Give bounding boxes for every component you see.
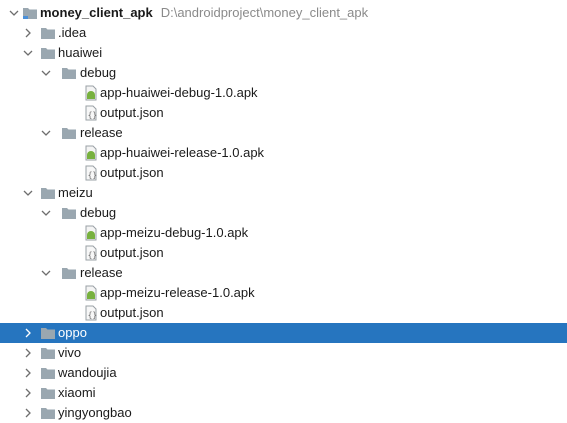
svg-text:{}: {}: [88, 251, 98, 260]
tree-item-file[interactable]: {} output.json: [0, 243, 567, 263]
folder-icon: [40, 365, 56, 381]
tree-item-label: huaiwei: [58, 45, 103, 60]
folder-icon: [40, 45, 56, 61]
tree-item-file[interactable]: {} output.json: [0, 163, 567, 183]
tree-item-label: release: [80, 125, 123, 140]
chevron-down-icon[interactable]: [40, 203, 52, 223]
chevron-down-icon[interactable]: [40, 63, 52, 83]
chevron-right-icon[interactable]: [22, 23, 34, 43]
tree-item-label: release: [80, 265, 123, 280]
json-file-icon: {}: [83, 165, 99, 181]
chevron-right-icon[interactable]: [22, 383, 34, 403]
tree-item-label: app-meizu-release-1.0.apk: [100, 285, 255, 300]
root-label: money_client_apk D:\androidproject\money_…: [40, 3, 368, 23]
folder-icon: [40, 325, 56, 341]
apk-file-icon: [83, 225, 99, 241]
json-file-icon: {}: [83, 245, 99, 261]
tree-item-file[interactable]: app-huaiwei-debug-1.0.apk: [0, 83, 567, 103]
tree-item-meizu-release[interactable]: release: [0, 263, 567, 283]
tree-item-label: .idea: [58, 25, 87, 40]
root-path: D:\androidproject\money_client_apk: [160, 5, 369, 20]
apk-file-icon: [83, 285, 99, 301]
tree-item-label: meizu: [58, 185, 93, 200]
tree-item-file[interactable]: app-meizu-debug-1.0.apk: [0, 223, 567, 243]
tree-item-label: app-meizu-debug-1.0.apk: [100, 225, 249, 240]
tree-item-oppo[interactable]: oppo: [0, 323, 567, 343]
tree-item-file[interactable]: {} output.json: [0, 303, 567, 323]
tree-item-label: oppo: [58, 325, 87, 340]
folder-icon: [22, 5, 38, 21]
tree-item-yingyongbao[interactable]: yingyongbao: [0, 403, 567, 423]
tree-item-file[interactable]: {} output.json: [0, 103, 567, 123]
tree-item-label: output.json: [100, 305, 164, 320]
tree-item-label: vivo: [58, 345, 82, 360]
tree-item-label: output.json: [100, 105, 164, 120]
chevron-down-icon[interactable]: [22, 43, 34, 63]
tree-item-huaiwei[interactable]: huaiwei: [0, 43, 567, 63]
tree-item-label: yingyongbao: [58, 405, 132, 420]
tree-root-row[interactable]: money_client_apk D:\androidproject\money_…: [0, 3, 567, 23]
tree-item-label: output.json: [100, 165, 164, 180]
folder-icon: [61, 265, 77, 281]
tree-item-label: wandoujia: [58, 365, 117, 380]
tree-item-meizu[interactable]: meizu: [0, 183, 567, 203]
tree-item-file[interactable]: app-meizu-release-1.0.apk: [0, 283, 567, 303]
tree-item-file[interactable]: app-huaiwei-release-1.0.apk: [0, 143, 567, 163]
chevron-down-icon[interactable]: [22, 183, 34, 203]
tree-item-xiaomi[interactable]: xiaomi: [0, 383, 567, 403]
folder-icon: [61, 125, 77, 141]
tree-item-label: debug: [80, 205, 117, 220]
tree-item-label: app-huaiwei-debug-1.0.apk: [100, 85, 258, 100]
chevron-right-icon[interactable]: [22, 363, 34, 383]
folder-icon: [40, 405, 56, 421]
folder-icon: [40, 25, 56, 41]
chevron-right-icon[interactable]: [22, 403, 34, 423]
folder-icon: [40, 185, 56, 201]
tree-item-huaiwei-debug[interactable]: debug: [0, 63, 567, 83]
chevron-right-icon[interactable]: [22, 343, 34, 363]
chevron-down-icon[interactable]: [40, 263, 52, 283]
json-file-icon: {}: [83, 305, 99, 321]
tree-item-label: debug: [80, 65, 117, 80]
tree-item-huaiwei-release[interactable]: release: [0, 123, 567, 143]
tree-item-meizu-debug[interactable]: debug: [0, 203, 567, 223]
tree-item-vivo[interactable]: vivo: [0, 343, 567, 363]
svg-text:{}: {}: [88, 111, 98, 120]
tree-item-label: app-huaiwei-release-1.0.apk: [100, 145, 265, 160]
folder-icon: [40, 385, 56, 401]
root-name: money_client_apk: [40, 5, 153, 20]
chevron-down-icon[interactable]: [40, 123, 52, 143]
chevron-right-icon[interactable]: [22, 323, 34, 343]
svg-text:{}: {}: [88, 171, 98, 180]
apk-file-icon: [83, 145, 99, 161]
folder-icon: [40, 345, 56, 361]
tree-item-label: output.json: [100, 245, 164, 260]
svg-text:{}: {}: [88, 311, 98, 320]
tree-item-wandoujia[interactable]: wandoujia: [0, 363, 567, 383]
project-tree: money_client_apk D:\androidproject\money_…: [0, 3, 567, 423]
tree-item-idea[interactable]: .idea: [0, 23, 567, 43]
json-file-icon: {}: [83, 105, 99, 121]
apk-file-icon: [83, 85, 99, 101]
tree-item-label: xiaomi: [58, 385, 96, 400]
folder-icon: [61, 205, 77, 221]
chevron-down-icon[interactable]: [8, 3, 20, 23]
folder-icon: [61, 65, 77, 81]
